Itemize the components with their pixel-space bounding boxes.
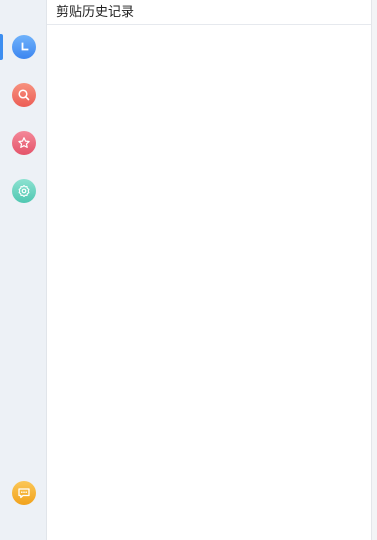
- sidebar-item-feedback[interactable]: [12, 481, 36, 505]
- star-icon: [17, 136, 31, 150]
- clock-icon: [18, 41, 30, 53]
- gear-icon: [17, 184, 31, 198]
- page-title-bar: 剪贴历史记录: [47, 0, 371, 25]
- active-indicator: [0, 34, 3, 60]
- vertical-scrollbar[interactable]: [371, 0, 377, 540]
- sidebar-item-settings[interactable]: [12, 179, 36, 203]
- search-icon: [17, 88, 31, 102]
- chat-bubble-icon: [17, 486, 31, 500]
- sidebar-item-favorites[interactable]: [12, 131, 36, 155]
- app-window: 剪贴历史记录: [0, 0, 377, 540]
- page-title: 剪贴历史记录: [56, 4, 135, 19]
- sidebar-item-history[interactable]: [12, 35, 36, 59]
- main-panel: 剪贴历史记录: [47, 0, 371, 540]
- sidebar-item-search[interactable]: [12, 83, 36, 107]
- clipboard-history-list[interactable]: [47, 25, 371, 540]
- sidebar: [0, 0, 47, 540]
